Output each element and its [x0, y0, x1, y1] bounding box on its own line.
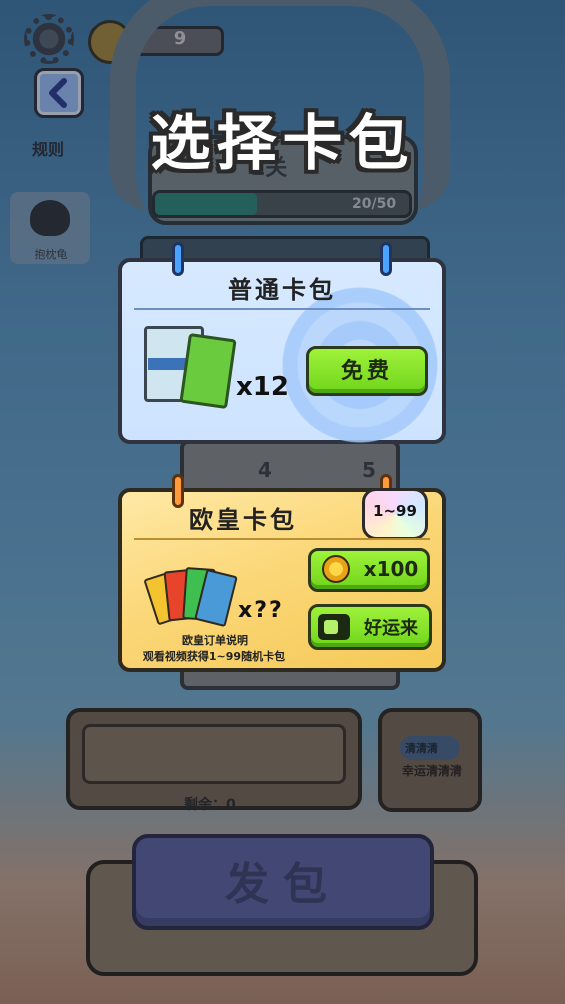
green-card-pack-icon	[179, 333, 237, 409]
modal-title: 选择卡包	[150, 109, 415, 179]
turtle-icon	[30, 200, 70, 236]
remaining-label: 剩余：0	[184, 797, 236, 813]
lucky-pack-description: 观看视频获得1~99随机卡包	[142, 650, 286, 663]
settings-gear-icon[interactable]	[24, 14, 74, 64]
coin-purchase-label: x100	[363, 557, 419, 581]
divider	[134, 308, 430, 310]
normal-pack-quantity: x12	[236, 372, 289, 402]
deal-button-label: 发包	[225, 859, 341, 910]
watch-video-label: 好运来	[364, 618, 418, 639]
turtle-item-label: 抱枕龟	[34, 248, 68, 261]
normal-pack-title: 普通卡包	[228, 276, 336, 304]
board-slot-5: 5	[362, 458, 376, 482]
level-progress-text: 20/50	[352, 196, 397, 212]
divider	[134, 538, 430, 540]
lucky-pack-title: 欧皇卡包	[189, 506, 297, 534]
free-button-label: 免费	[340, 359, 393, 384]
video-camera-tri	[338, 619, 348, 635]
lucky-clear-card[interactable]	[378, 708, 482, 812]
card-tray-slot	[82, 724, 346, 784]
level-progress-fill	[155, 193, 257, 215]
video-camera-lens	[324, 620, 338, 634]
lucky-clear-badge-text: 清清清	[405, 742, 438, 755]
lucky-pack-quantity: x??	[238, 598, 284, 623]
lucky-pack-description-title: 欧皇订单说明	[182, 634, 248, 647]
range-badge-text: 1~99	[373, 502, 417, 520]
coin-icon	[322, 555, 350, 583]
board-slot-4: 4	[258, 458, 272, 482]
lucky-clear-label: 幸运清清清	[401, 764, 462, 778]
